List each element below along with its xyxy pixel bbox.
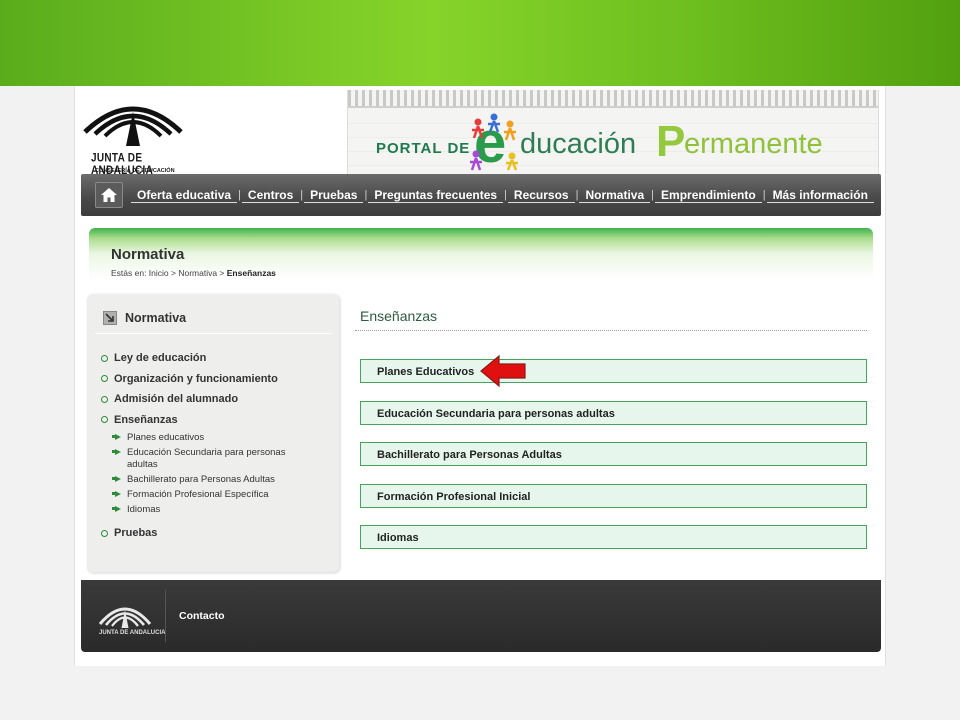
sidebar: Normativa Ley de educación Organización … <box>87 294 339 572</box>
circle-bullet-icon <box>101 375 108 383</box>
sidebar-title: Normativa <box>125 311 187 325</box>
nav-items: Oferta educativa | Centros | Pruebas | Pregunt… <box>131 174 874 216</box>
nav-item-oferta-educativa[interactable]: Oferta educativa <box>131 188 238 203</box>
breadcrumb-path[interactable]: Estás en: Inicio > Normativa > <box>111 268 224 278</box>
sidebar-list: Ley de educación Organización y funciona… <box>101 348 331 544</box>
green-arrow-icon <box>112 490 121 497</box>
banner-prefix: PORTAL DE <box>376 140 471 157</box>
banner-word-permanente: ermanente <box>684 128 823 160</box>
sidebar-subitem-secundaria[interactable]: Educación Secundaria para personas adult… <box>112 445 331 472</box>
green-arrow-icon <box>112 433 121 440</box>
sidebar-item-admision[interactable]: Admisión del alumnado <box>101 389 331 410</box>
sidebar-subitem-idiomas[interactable]: Idiomas <box>112 502 331 517</box>
nav-item-pruebas[interactable]: Pruebas <box>304 188 364 203</box>
link-bachillerato-adultas[interactable]: Bachillerato para Personas Adultas <box>360 442 867 466</box>
content-links: Planes Educativos Educación Secundaria p… <box>360 354 867 567</box>
green-arrow-icon <box>112 448 121 455</box>
notebook-spiral <box>348 90 878 106</box>
link-secundaria-adultas[interactable]: Educación Secundaria para personas adult… <box>360 400 867 425</box>
people-figures-icon <box>470 113 518 171</box>
banner-p-letter: P <box>656 117 686 166</box>
sidebar-item-organizacion[interactable]: Organización y funcionamiento <box>101 369 331 390</box>
arrow-down-right-icon <box>103 311 117 325</box>
circle-bullet-icon <box>101 395 108 403</box>
sidebar-header: Normativa <box>95 304 331 334</box>
portal-page: JUNTA DE ANDALUCIA CONSEJERÍA DE EDUCACI… <box>74 86 886 666</box>
link-planes-educativos[interactable]: Planes Educativos <box>360 354 867 388</box>
junta-arches-icon <box>83 106 183 146</box>
sidebar-item-ensenanzas[interactable]: Enseñanzas <box>101 410 331 431</box>
page-title: Normativa <box>111 246 185 263</box>
circle-bullet-icon <box>101 354 108 362</box>
nav-item-mas-informacion[interactable]: Más información <box>766 188 874 203</box>
nav-item-emprendimiento[interactable]: Emprendimiento <box>655 188 762 203</box>
link-idiomas[interactable]: Idiomas <box>360 525 867 549</box>
breadcrumb-current: Enseñanzas <box>226 268 276 278</box>
section-header: Normativa Estás en: Inicio > Normativa >… <box>89 228 873 284</box>
portal-banner[interactable]: PORTAL DE e ducación P ermanente <box>347 90 879 176</box>
green-arrow-icon <box>112 505 121 512</box>
junta-logo[interactable]: JUNTA DE ANDALUCIA CONSEJERÍA DE EDUCACI… <box>81 92 185 178</box>
content-divider <box>355 330 867 331</box>
nav-item-preguntas-frecuentes[interactable]: Preguntas frecuentes <box>368 188 504 203</box>
green-arrow-icon <box>112 475 121 482</box>
sidebar-item-pruebas[interactable]: Pruebas <box>101 523 331 544</box>
sidebar-subitem-fp[interactable]: Formación Profesional Específica <box>112 487 331 502</box>
footer-logo-text: JUNTA DE ANDALUCIA <box>99 630 166 636</box>
nav-home-button[interactable] <box>95 182 123 208</box>
sidebar-subitem-planes[interactable]: Planes educativos <box>112 430 331 445</box>
footer-contact-link[interactable]: Contacto <box>179 610 225 622</box>
nav-item-recursos[interactable]: Recursos <box>507 188 575 203</box>
main-nav: Oferta educativa | Centros | Pruebas | Pregunt… <box>81 174 881 216</box>
top-green-band <box>0 0 960 86</box>
home-icon <box>101 188 117 202</box>
footer: JUNTA DE ANDALUCIA Contacto <box>81 580 881 652</box>
circle-bullet-icon <box>101 529 108 537</box>
nav-item-normativa[interactable]: Normativa <box>579 188 651 203</box>
content-title: Enseñanzas <box>360 308 438 324</box>
circle-bullet-icon <box>101 416 108 424</box>
link-fp-inicial[interactable]: Formación Profesional Inicial <box>360 483 867 508</box>
sidebar-subitem-bachillerato[interactable]: Bachillerato para Personas Adultas <box>112 472 331 487</box>
nav-item-centros[interactable]: Centros <box>241 188 300 203</box>
banner-word-educacion: ducación <box>520 128 637 160</box>
breadcrumb: Estás en: Inicio > Normativa > Enseñanza… <box>111 268 276 278</box>
red-arrow-left-icon <box>480 354 526 388</box>
sidebar-item-ley[interactable]: Ley de educación <box>101 348 331 369</box>
